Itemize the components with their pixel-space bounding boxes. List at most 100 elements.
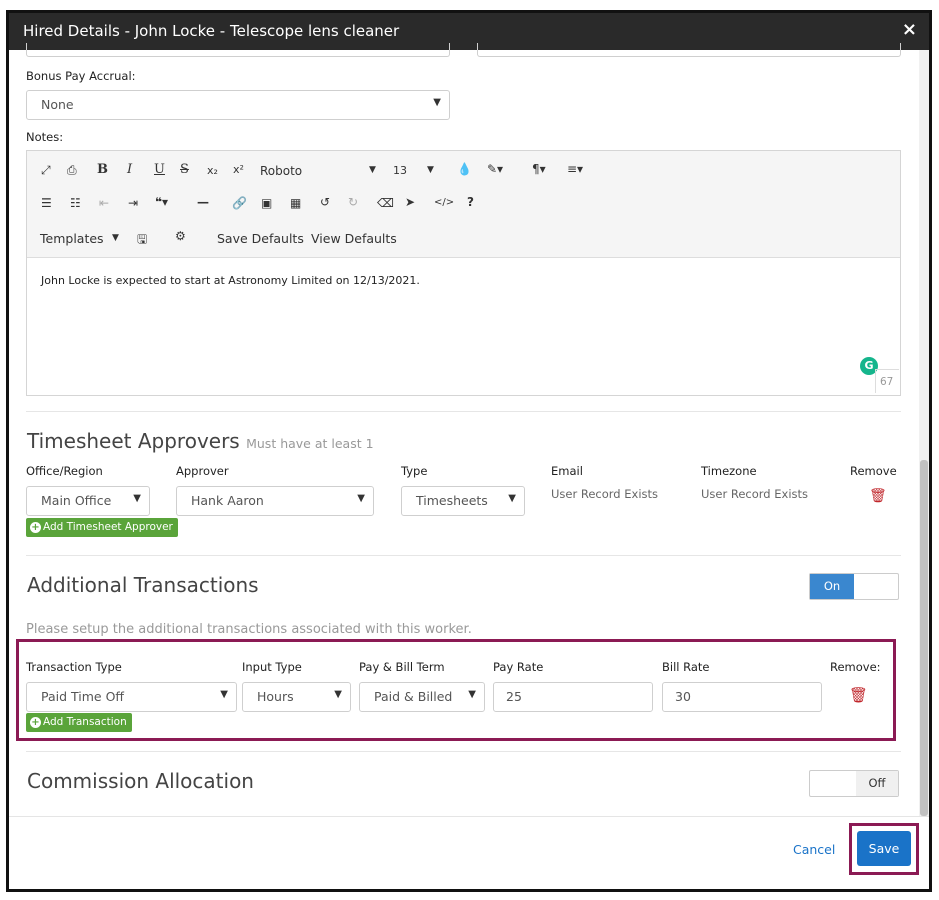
timesheet-approvers-subtitle: Must have at least 1 bbox=[246, 436, 374, 451]
timezone-status: User Record Exists bbox=[701, 487, 809, 501]
section-divider bbox=[26, 555, 901, 556]
notes-label: Notes: bbox=[26, 130, 64, 144]
link-icon[interactable]: 🔗 bbox=[232, 196, 247, 210]
pay-rate-header: Pay Rate bbox=[493, 660, 544, 674]
section-divider bbox=[26, 751, 901, 752]
timezone-header: Timezone bbox=[701, 464, 757, 478]
pay-rate-input[interactable]: 25 bbox=[493, 682, 653, 712]
timesheet-approvers-heading: Timesheet Approvers bbox=[27, 429, 240, 453]
modal-footer bbox=[9, 816, 929, 889]
add-transaction-label: Add Transaction bbox=[43, 716, 127, 728]
chevron-down-icon: ▼ bbox=[220, 689, 228, 700]
bill-rate-header: Bill Rate bbox=[662, 660, 710, 674]
chevron-down-icon: ▼ bbox=[133, 493, 141, 504]
editor-content[interactable]: John Locke is expected to start at Astro… bbox=[41, 274, 420, 287]
plus-icon: + bbox=[30, 522, 41, 533]
subscript-icon[interactable]: x₂ bbox=[207, 164, 218, 177]
toggle-off-label: Off bbox=[856, 771, 898, 796]
bonus-pay-label: Bonus Pay Accrual: bbox=[26, 69, 136, 83]
font-family-select[interactable]: Roboto bbox=[260, 164, 302, 178]
save-template-icon[interactable]: 🖫 bbox=[137, 230, 147, 251]
pay-rate-value: 25 bbox=[506, 689, 522, 704]
help-icon[interactable]: ? bbox=[467, 195, 474, 209]
fullscreen-icon[interactable]: ⤢ bbox=[41, 163, 51, 178]
magic-wand-icon[interactable]: ✎▾ bbox=[487, 162, 503, 176]
additional-transactions-toggle[interactable]: On bbox=[809, 573, 899, 600]
trash-icon[interactable]: 🗑 bbox=[869, 488, 887, 504]
scrollbar-thumb[interactable] bbox=[920, 460, 928, 816]
add-timesheet-approver-button[interactable]: + Add Timesheet Approver bbox=[26, 518, 178, 537]
cancel-button[interactable]: Cancel bbox=[793, 842, 835, 857]
add-timesheet-approver-label: Add Timesheet Approver bbox=[43, 521, 173, 533]
print-icon[interactable]: ⎙ bbox=[67, 163, 77, 178]
eraser-icon[interactable]: ⌫ bbox=[377, 196, 394, 210]
cut-off-field-right[interactable] bbox=[477, 43, 901, 57]
add-transaction-button[interactable]: + Add Transaction bbox=[26, 713, 132, 732]
save-defaults-button[interactable]: Save Defaults bbox=[217, 231, 304, 246]
chevron-down-icon: ▼ bbox=[508, 493, 516, 504]
paragraph-icon[interactable]: ¶▾ bbox=[532, 162, 546, 176]
commission-allocation-title: Commission Allocation bbox=[27, 769, 254, 793]
color-drop-icon[interactable]: 💧 bbox=[457, 162, 472, 176]
email-header: Email bbox=[551, 464, 583, 478]
redo-icon[interactable]: ↻ bbox=[348, 195, 358, 209]
section-divider bbox=[26, 411, 901, 412]
horizontal-rule-icon[interactable]: — bbox=[197, 195, 209, 209]
select-all-icon[interactable]: ➤ bbox=[405, 195, 415, 209]
cut-off-field-left[interactable] bbox=[26, 43, 450, 57]
italic-icon[interactable]: I bbox=[127, 162, 132, 177]
rich-text-editor: ⤢ ⎙ B I U S x₂ x² Roboto ▼ 13 ▼ 💧 ✎▾ ¶▾ … bbox=[26, 150, 901, 396]
modal-dialog: Hired Details - John Locke - Telescope l… bbox=[6, 10, 932, 892]
superscript-icon[interactable]: x² bbox=[233, 163, 244, 176]
font-family-chevron-icon[interactable]: ▼ bbox=[369, 165, 376, 175]
strikethrough-icon[interactable]: S bbox=[180, 162, 189, 177]
type-header: Type bbox=[401, 464, 428, 478]
chevron-down-icon: ▼ bbox=[357, 493, 365, 504]
align-icon[interactable]: ≡▾ bbox=[567, 162, 583, 176]
templates-dropdown[interactable]: Templates bbox=[40, 231, 104, 246]
ordered-list-icon[interactable]: ☰ bbox=[41, 196, 52, 210]
office-region-value: Main Office bbox=[41, 493, 112, 508]
chevron-down-icon: ▼ bbox=[334, 689, 342, 700]
quote-icon[interactable]: ❝▾ bbox=[155, 195, 168, 209]
transaction-type-value: Paid Time Off bbox=[41, 689, 125, 704]
pay-bill-term-select[interactable]: Paid & Billed ▼ bbox=[359, 682, 485, 712]
email-status: User Record Exists bbox=[551, 487, 659, 501]
type-select[interactable]: Timesheets ▼ bbox=[401, 486, 525, 516]
pay-bill-term-value: Paid & Billed bbox=[374, 689, 453, 704]
commission-allocation-toggle[interactable]: Off bbox=[809, 770, 899, 797]
chevron-down-icon: ▼ bbox=[433, 97, 441, 108]
underline-icon[interactable]: U bbox=[154, 162, 165, 177]
transaction-type-select[interactable]: Paid Time Off ▼ bbox=[26, 682, 237, 712]
indent-icon[interactable]: ⇥ bbox=[128, 196, 138, 210]
modal-title: Hired Details - John Locke - Telescope l… bbox=[23, 22, 400, 40]
toggle-on-label: On bbox=[810, 574, 854, 599]
view-defaults-button[interactable]: View Defaults bbox=[311, 231, 397, 246]
input-type-header: Input Type bbox=[242, 660, 302, 674]
trash-icon[interactable]: 🗑 bbox=[849, 686, 868, 704]
unordered-list-icon[interactable]: ☷ bbox=[70, 196, 81, 210]
outdent-icon[interactable]: ⇤ bbox=[99, 196, 109, 210]
bill-rate-input[interactable]: 30 bbox=[662, 682, 822, 712]
additional-transactions-description: Please setup the additional transactions… bbox=[26, 622, 472, 637]
save-button[interactable]: Save bbox=[857, 831, 911, 866]
approver-value: Hank Aaron bbox=[191, 493, 264, 508]
bill-rate-value: 30 bbox=[675, 689, 691, 704]
table-icon[interactable]: ▦ bbox=[290, 196, 301, 210]
image-icon[interactable]: ▣ bbox=[261, 196, 272, 210]
gear-icon[interactable]: ⚙ bbox=[175, 229, 186, 243]
undo-icon[interactable]: ↺ bbox=[320, 195, 330, 209]
transaction-type-header: Transaction Type bbox=[26, 660, 122, 674]
office-region-select[interactable]: Main Office ▼ bbox=[26, 486, 150, 516]
approver-select[interactable]: Hank Aaron ▼ bbox=[176, 486, 374, 516]
bold-icon[interactable]: B bbox=[97, 162, 108, 177]
templates-chevron-icon[interactable]: ▼ bbox=[112, 233, 119, 243]
font-size-select[interactable]: 13 bbox=[393, 164, 407, 177]
remove-transaction-header: Remove: bbox=[830, 660, 881, 674]
code-view-icon[interactable]: </> bbox=[434, 197, 454, 208]
close-icon[interactable]: × bbox=[902, 19, 917, 40]
font-size-chevron-icon[interactable]: ▼ bbox=[427, 165, 434, 175]
input-type-select[interactable]: Hours ▼ bbox=[242, 682, 351, 712]
bonus-pay-select[interactable]: None ▼ bbox=[26, 90, 450, 120]
modal-scrollbar[interactable] bbox=[919, 50, 929, 816]
